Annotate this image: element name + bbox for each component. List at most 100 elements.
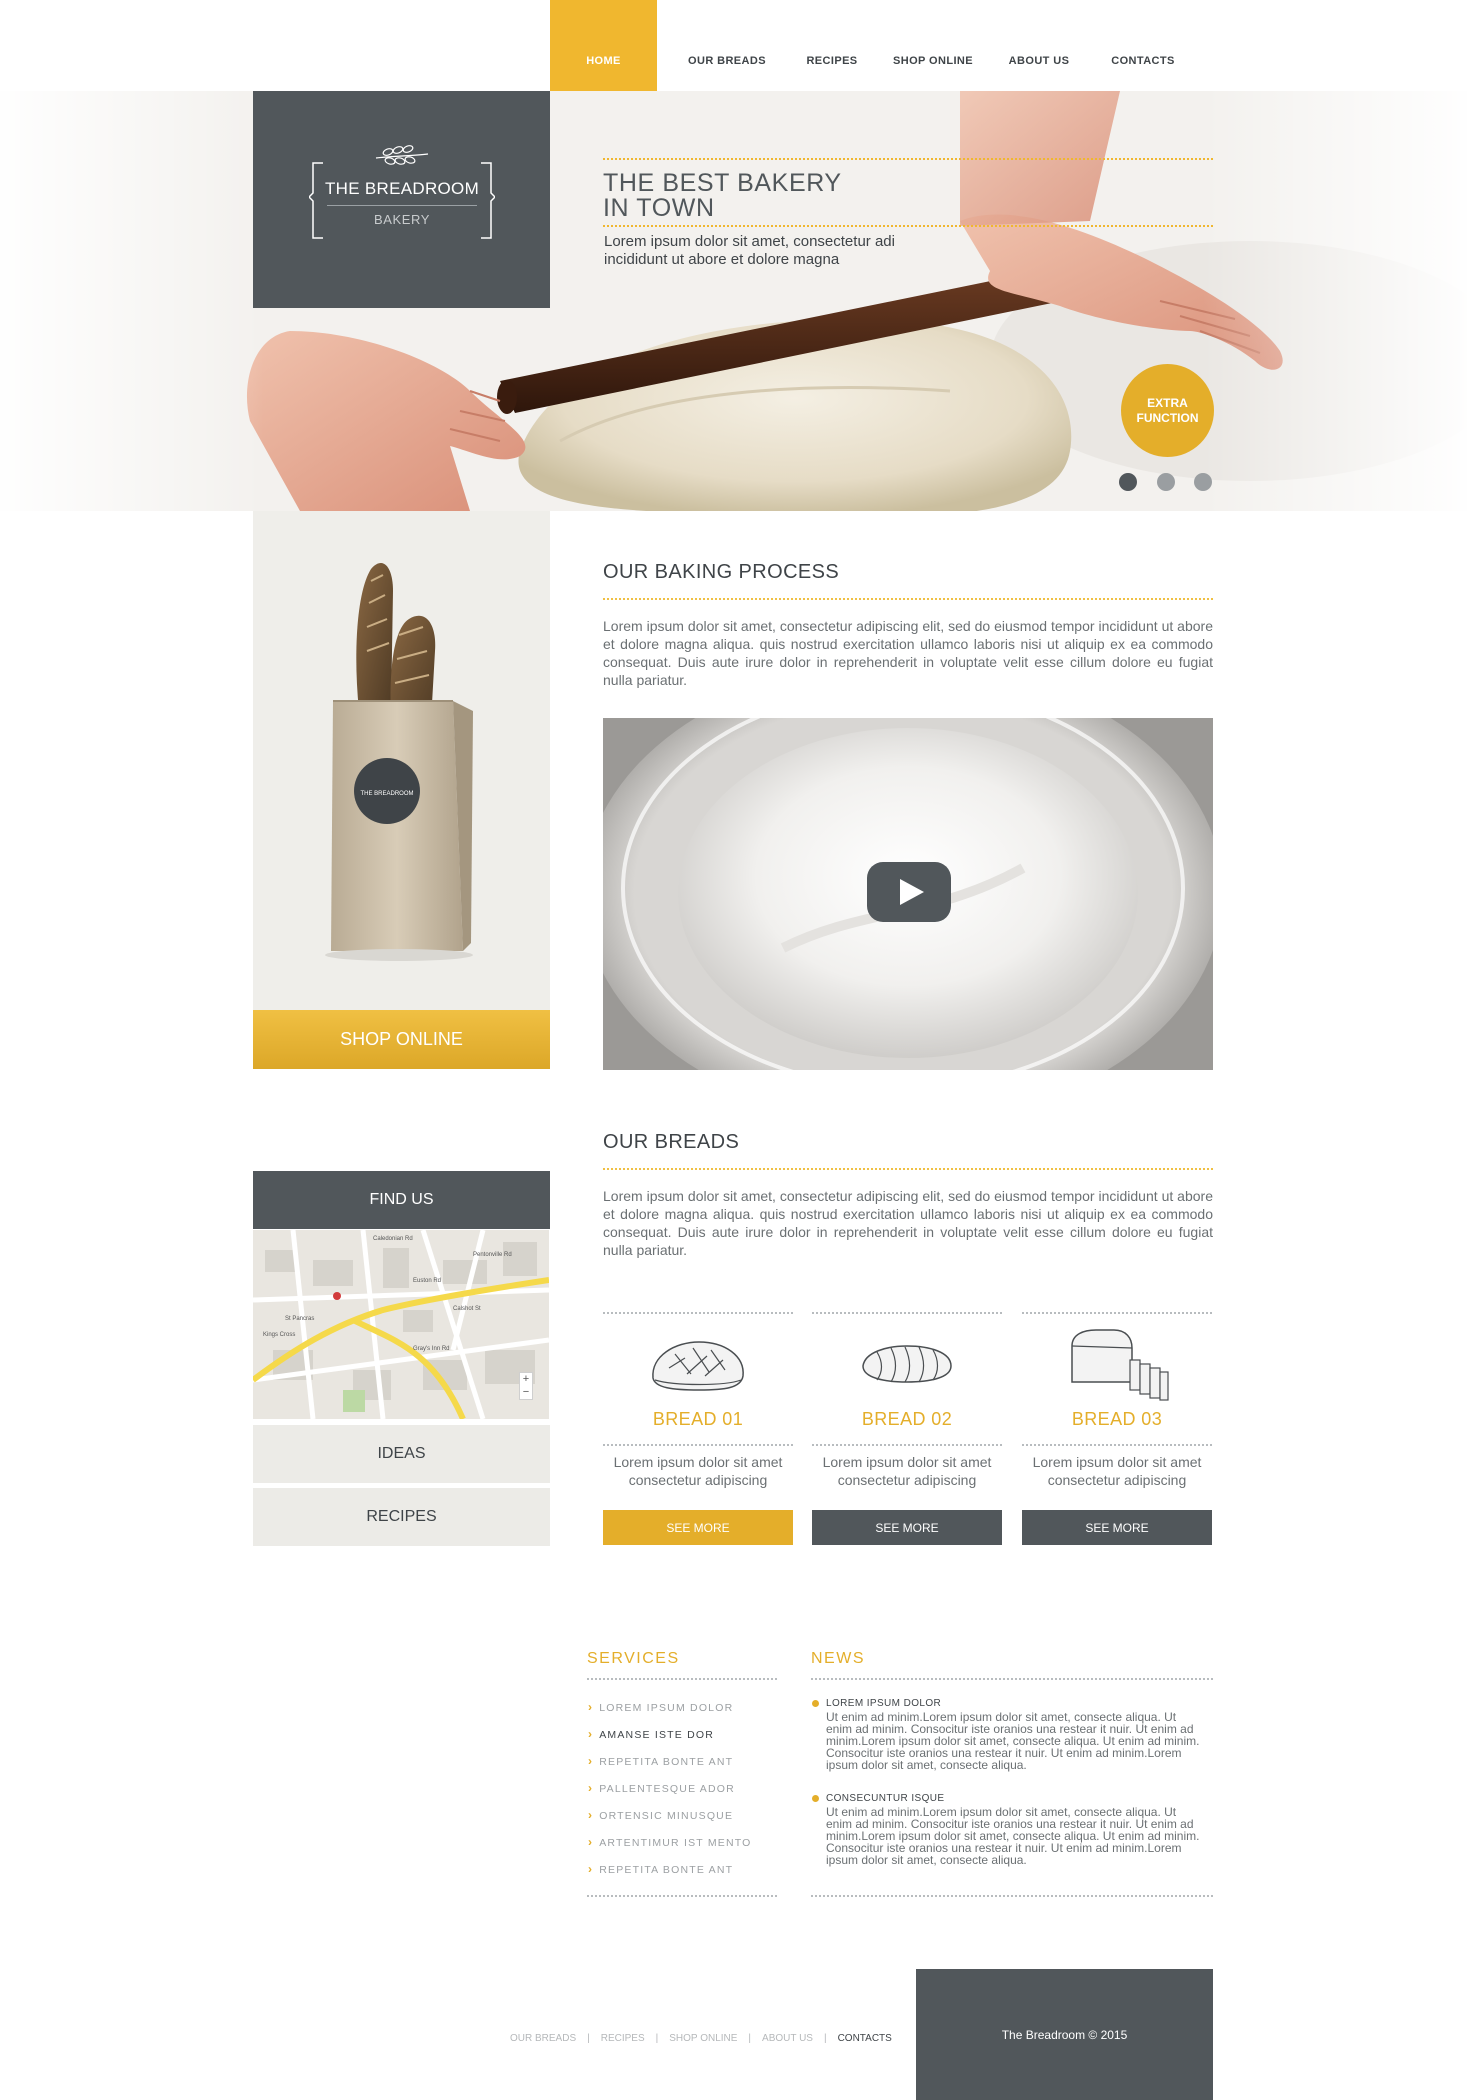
map-label-6: Calshot St [453,1306,481,1312]
footer-link-recipes[interactable]: RECIPES [601,2033,645,2044]
hero-divider-bottom [603,225,1213,227]
logo-title: THE BREADROOM [324,179,480,198]
see-more-button[interactable]: SEE MORE [812,1510,1002,1545]
bread-card-divider-top [603,1312,793,1314]
bread-description: Lorem ipsum dolor sit amet consectetur a… [1022,1453,1212,1489]
our-breads-text: Lorem ipsum dolor sit amet, consectetur … [603,1188,1213,1258]
footer-link-about-us[interactable]: ABOUT US [762,2033,813,2044]
hero-fade [0,91,1467,511]
video-player[interactable] [603,718,1213,1070]
sliced-loaf-icon [1071,1329,1169,1401]
news-body: Ut enim ad minim.Lorem ipsum dolor sit a… [826,1806,1214,1866]
baking-process-text: Lorem ipsum dolor sit amet, consectetur … [603,618,1213,688]
map-graphic: Caledonian Rd Gray's Inn Rd Euston Rd St… [253,1230,549,1419]
bread-bag-image: THE BREADROOM [325,563,473,961]
map-zoom-out-button[interactable]: − [520,1386,532,1399]
services-item-label: AMANSE ISTE DOR [599,1729,715,1741]
bread-description: Lorem ipsum dolor sit amet consectetur a… [812,1453,1002,1489]
bag-logo-text: THE BREADROOM [360,791,413,797]
bread-description-line2: consectetur adipiscing [837,1472,977,1488]
baking-divider [603,598,1213,600]
round-loaf-icon [652,1341,744,1391]
nav-home[interactable]: HOME [550,0,657,91]
bread-name: BREAD 02 [861,1409,953,1429]
services-item[interactable]: › PALLENTESQUE ADOR [588,1781,735,1795]
news-heading[interactable]: CONSECUNTUR ISQUE [826,1793,944,1804]
services-item[interactable]: › ORTENSIC MINUSQUE [588,1808,733,1822]
footer-link-shop-online[interactable]: SHOP ONLINE [669,2033,737,2044]
play-button[interactable] [867,862,951,922]
extra-function-line2: FUNCTION [1136,410,1199,425]
map-marker-icon [333,1292,341,1300]
map-zoom-control: + − [519,1372,533,1400]
park-area [343,1390,365,1412]
bread-description-line2: consectetur adipiscing [628,1472,768,1488]
logo-panel[interactable]: THE BREADROOM BAKERY [253,91,550,308]
footer-links: OUR BREADS | RECIPES | SHOP ONLINE | ABO… [508,2033,894,2044]
nav-about-us[interactable]: ABOUT US [999,0,1079,91]
map-label-1: Caledonian Rd [373,1236,413,1242]
bread-card-divider-top [812,1312,1002,1314]
footer-separator: | [655,2033,659,2044]
footer-separator: | [748,2033,752,2044]
services-item-label: REPETITA BONTE ANT [599,1756,734,1768]
bread-description: Lorem ipsum dolor sit amet consectetur a… [603,1453,793,1489]
see-more-button[interactable]: SEE MORE [1022,1510,1212,1545]
services-item-label: ARTENTIMUR IST MENTO [599,1837,752,1849]
footer-link-contacts[interactable]: CONTACTS [838,2033,892,2044]
map-label-3: Euston Rd [413,1278,441,1284]
news-heading[interactable]: LOREM IPSUM DOLOR [826,1698,941,1709]
chevron-right-icon: › [588,1862,594,1876]
bread-description-line1: Lorem ipsum dolor sit amet [613,1454,783,1470]
map-label-5: Kings Cross [263,1332,295,1338]
services-item[interactable]: › REPETITA BONTE ANT [588,1754,733,1768]
our-breads-title: OUR BREADS [603,1131,740,1153]
bread-description-line2: consectetur adipiscing [1047,1472,1187,1488]
services-item[interactable]: › AMANSE ISTE DOR [588,1727,714,1741]
bread-card-divider-top [1022,1312,1212,1314]
news-divider-bottom [811,1895,1213,1897]
hero-banner: THE BREADROOM BAKERY THE BEST BAKERY IN … [0,91,1467,511]
hero-title-line2: IN TOWN [603,194,715,222]
bullet-dot-icon [812,1795,819,1802]
ideas-button[interactable]: IDEAS [253,1425,550,1483]
services-item[interactable]: › LOREM IPSUM DOLOR [588,1700,733,1714]
chevron-right-icon: › [588,1781,594,1795]
map-zoom-in-button[interactable]: + [520,1373,532,1386]
services-item[interactable]: › REPETITA BONTE ANT [588,1862,733,1876]
slider-dot-1[interactable] [1119,473,1137,491]
slider-dot-2[interactable] [1157,473,1175,491]
logo-subtitle: BAKERY [373,212,431,227]
footer-link-our-breads[interactable]: OUR BREADS [510,2033,576,2044]
extra-function-button[interactable]: EXTRA FUNCTION [1121,364,1214,457]
hero-divider-top [603,158,1213,160]
bread-card-divider-mid [603,1444,793,1446]
shop-online-button[interactable]: SHOP ONLINE [253,1010,550,1069]
map-label-4: St Pancras [285,1316,314,1322]
map-label-7: Pentonville Rd [473,1252,512,1258]
bread-description-line1: Lorem ipsum dolor sit amet [822,1454,992,1470]
logo-brackets [309,162,495,239]
baking-process-title: OUR BAKING PROCESS [603,561,840,583]
main-nav: HOME OUR BREADS RECIPES SHOP ONLINE ABOU… [550,0,1207,91]
hero-text: Lorem ipsum dolor sit amet, consectetur … [604,233,895,268]
product-panel: THE BREADROOM [253,511,550,1011]
footer-separator: | [587,2033,590,2044]
services-item[interactable]: › ARTENTIMUR IST MENTO [588,1835,752,1849]
nav-our-breads[interactable]: OUR BREADS [657,0,797,91]
see-more-button[interactable]: SEE MORE [603,1510,793,1545]
chevron-right-icon: › [588,1754,594,1768]
recipes-button[interactable]: RECIPES [253,1488,550,1546]
nav-shop-online[interactable]: SHOP ONLINE [867,0,999,91]
chevron-right-icon: › [588,1700,594,1714]
slider-dot-3[interactable] [1194,473,1212,491]
nav-recipes[interactable]: RECIPES [797,0,867,91]
services-title: SERVICES [587,1650,680,1667]
nav-contacts[interactable]: CONTACTS [1079,0,1207,91]
extra-function-line1: EXTRA [1147,395,1188,410]
news-body-line: ipsum dolor sit amet, consecte aliqua. [826,1853,1027,1867]
location-map[interactable]: Caledonian Rd Gray's Inn Rd Euston Rd St… [253,1230,549,1419]
services-item-label: LOREM IPSUM DOLOR [599,1702,734,1714]
bread-card-divider-mid [812,1444,1002,1446]
services-divider-top [587,1678,777,1680]
